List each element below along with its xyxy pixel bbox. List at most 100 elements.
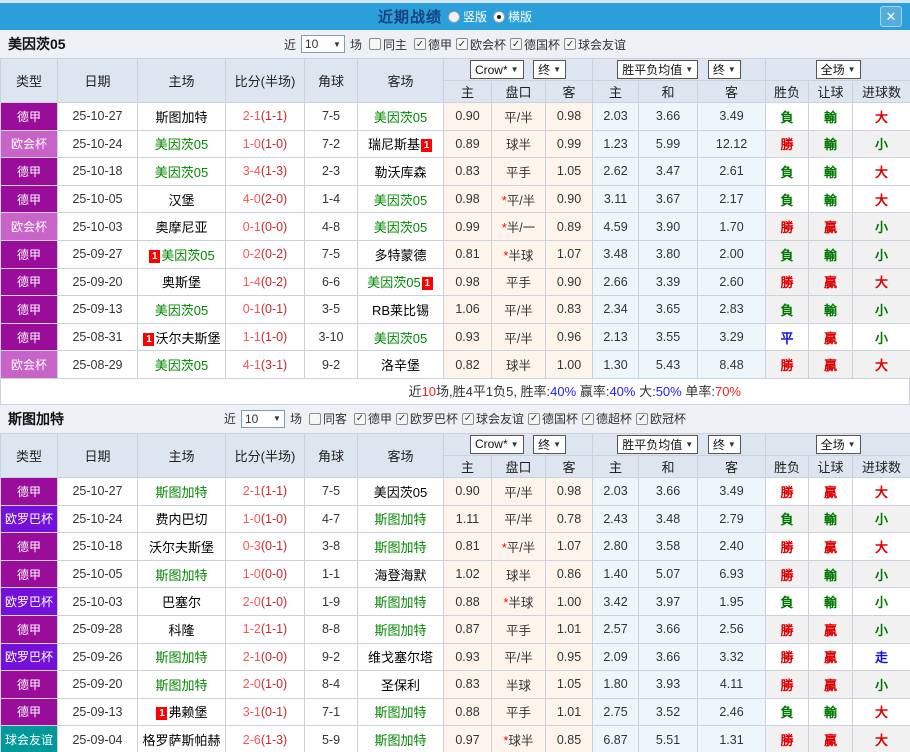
handicap-line: 平/半 <box>491 295 546 324</box>
euro-avg-select[interactable]: 胜平负均值 ▼ <box>617 434 699 454</box>
euro-draw-odds: 3.97 <box>638 587 699 616</box>
col-asian-away: 客 <box>544 454 594 478</box>
handicap-line: *半球 <box>491 587 546 616</box>
match-count-select[interactable]: 10 ▼ <box>240 409 285 428</box>
euro-away-odds: 12.12 <box>697 129 767 159</box>
score-cell: 2-1(1-1) <box>225 102 305 131</box>
asian-away-odds: 0.90 <box>544 267 594 297</box>
home-team-cell: 斯图加特 <box>137 559 226 589</box>
handicap-line: *半/一 <box>491 212 546 241</box>
euro-final-select[interactable]: 终 ▼ <box>707 434 741 454</box>
live-star-icon: * <box>503 596 509 611</box>
home-team-cell: 奥摩尼亚 <box>137 212 226 241</box>
league-filter[interactable]: ✓ 球会友谊 <box>462 410 524 427</box>
euro-final-select[interactable]: 终 ▼ <box>707 60 741 79</box>
col-wdl: 胜负 <box>765 454 810 478</box>
bookmaker-select[interactable]: Crow* ▼ <box>469 434 524 454</box>
corners-cell: 7-5 <box>304 476 358 506</box>
same-venue-label: 同客 <box>322 412 347 427</box>
league-filter[interactable]: ✓ 德甲 <box>353 410 392 427</box>
league-filter[interactable]: ✓ 德甲 <box>413 36 452 53</box>
league-cell: 欧罗巴杯 <box>0 504 58 534</box>
corners-cell: 3-8 <box>304 532 358 561</box>
handicap-line: 平/半 <box>491 476 546 506</box>
summary-text: 近 <box>408 383 422 399</box>
summary-text: 50% <box>655 383 682 399</box>
home-team-cell: 沃尔夫斯堡 <box>137 532 226 561</box>
summary-text: 40% <box>609 383 636 399</box>
score-cell: 1-4(0-2) <box>225 267 305 297</box>
date-cell: 25-10-27 <box>57 102 138 131</box>
radio-vertical-layout[interactable]: 竖版 <box>447 8 487 25</box>
handicap-line: 平手 <box>491 157 546 186</box>
result-handicap: 輸 <box>808 184 854 214</box>
euro-away-odds: 3.29 <box>697 322 767 352</box>
league-cell: 球会友谊 <box>0 725 58 752</box>
date-cell: 25-10-27 <box>57 476 138 506</box>
league-filter[interactable]: ✓ 欧冠杯 <box>636 410 686 427</box>
euro-home-odds: 2.43 <box>592 504 640 534</box>
league-cell: 德甲 <box>0 184 58 214</box>
close-button[interactable]: ✕ <box>880 6 902 27</box>
euro-home-odds: 2.62 <box>592 157 640 186</box>
euro-draw-odds: 5.07 <box>638 559 699 589</box>
asian-final-select[interactable]: 终 ▼ <box>533 434 567 454</box>
away-team-cell: 美因茨05 <box>357 184 444 214</box>
asian-final-select[interactable]: 终 ▼ <box>533 60 567 79</box>
live-star-icon: * <box>501 193 507 208</box>
result-wdl: 負 <box>765 184 810 214</box>
result-goals: 小 <box>852 587 910 616</box>
result-goals: 大 <box>852 697 910 727</box>
euro-home-odds: 6.87 <box>592 725 640 752</box>
corners-cell: 4-8 <box>304 212 358 241</box>
score-cell: 2-1(0-0) <box>225 642 305 672</box>
euro-home-odds: 2.80 <box>592 532 640 561</box>
euro-draw-odds: 3.66 <box>638 102 699 131</box>
result-wdl: 勝 <box>765 476 810 506</box>
league-cell: 德甲 <box>0 157 58 186</box>
asian-away-odds: 0.95 <box>544 642 594 672</box>
euro-home-odds: 2.34 <box>592 295 640 324</box>
same-venue-filter[interactable]: 同主 <box>368 36 407 53</box>
league-filter[interactable]: ✓ 德国杯 <box>528 410 578 427</box>
asian-home-odds: 1.06 <box>443 295 492 324</box>
league-filter-label: 德国杯 <box>542 412 579 427</box>
col-away: 客场 <box>357 58 444 103</box>
score-cell: 2-0(1-0) <box>225 587 305 616</box>
league-filter[interactable]: ✓ 德超杯 <box>582 410 632 427</box>
summary-row: 近10场,胜4平1负5, 胜率:40% 赢率:40% 大:50% 单率:70% <box>0 378 910 405</box>
chevron-down-icon: ▼ <box>685 65 694 74</box>
league-filter[interactable]: ✓ 球会友谊 <box>564 36 626 53</box>
corners-cell: 2-3 <box>304 157 358 186</box>
home-team-cell: 斯图加特 <box>137 642 226 672</box>
corners-cell: 7-5 <box>304 239 358 269</box>
fulltime-select[interactable]: 全场 ▼ <box>815 434 861 454</box>
league-filter[interactable]: ✓ 欧会杯 <box>456 36 506 53</box>
match-row: 德甲 25-10-05 汉堡 4-0(2-0) 1-4 美因茨05 0.98 *平/半 0.90… <box>0 184 910 214</box>
col-home: 主场 <box>137 58 226 103</box>
match-count-select[interactable]: 10 ▼ <box>300 35 345 53</box>
result-handicap: 贏 <box>808 532 854 561</box>
away-team-cell: 勒沃库森 <box>357 157 444 186</box>
bookmaker-select[interactable]: Crow* ▼ <box>469 60 524 79</box>
result-wdl: 平 <box>765 322 810 352</box>
league-filter[interactable]: ✓ 欧罗巴杯 <box>395 410 458 427</box>
euro-draw-odds: 3.47 <box>638 157 699 186</box>
euro-home-odds: 2.57 <box>592 614 640 644</box>
same-venue-filter[interactable]: 同客 <box>308 410 347 427</box>
corners-cell: 8-4 <box>304 670 358 699</box>
home-team-cell: 奥斯堡 <box>137 267 226 297</box>
date-cell: 25-09-04 <box>57 725 138 752</box>
radio-icon[interactable] <box>493 10 505 23</box>
result-goals: 大 <box>852 102 910 131</box>
radio-icon[interactable] <box>447 10 460 23</box>
euro-avg-select[interactable]: 胜平负均值 ▼ <box>617 60 699 79</box>
league-filter-label: 德甲 <box>367 412 392 427</box>
league-filter[interactable]: ✓ 德国杯 <box>510 36 560 53</box>
away-team-cell: 斯图加特 <box>357 614 444 644</box>
euro-draw-odds: 3.66 <box>638 476 699 506</box>
radio-horizontal-layout[interactable]: 横版 <box>493 8 532 25</box>
euro-away-odds: 4.11 <box>697 670 767 699</box>
score-cell: 3-4(1-3) <box>225 157 305 186</box>
fulltime-select[interactable]: 全场 ▼ <box>815 60 861 79</box>
